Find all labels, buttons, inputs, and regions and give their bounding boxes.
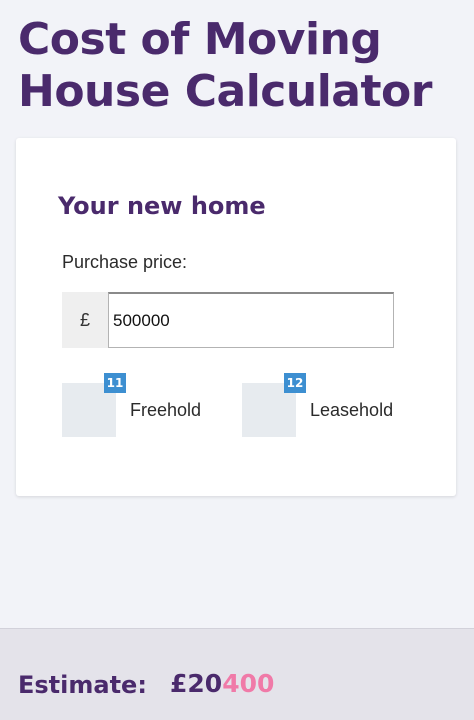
currency-prefix: £ — [62, 292, 108, 348]
section-title: Your new home — [58, 192, 266, 220]
freehold-badge: 11 — [104, 373, 126, 393]
estimate-label: Estimate: — [18, 671, 147, 699]
freehold-option[interactable]: 11 Freehold — [62, 373, 201, 438]
purchase-price-group: £ — [62, 292, 394, 348]
leasehold-label[interactable]: Leasehold — [310, 400, 393, 421]
estimate-bar: Estimate: £20400 — [0, 628, 474, 720]
estimate-currency: £ — [170, 669, 188, 698]
purchase-price-label: Purchase price: — [62, 252, 188, 272]
new-home-card: Your new home Purchase price: £ 11 Freeh… — [16, 138, 456, 496]
estimate-value: £20400 — [170, 669, 274, 698]
leasehold-option[interactable]: 12 Leasehold — [242, 373, 393, 438]
leasehold-checkbox[interactable]: 12 — [242, 373, 306, 437]
page-title: Cost of Moving House Calculator — [18, 14, 432, 117]
estimate-amount-prefix: 20 — [187, 669, 223, 698]
purchase-price-input[interactable] — [108, 292, 394, 348]
estimate-amount-highlight: 400 — [222, 669, 275, 698]
freehold-label[interactable]: Freehold — [130, 400, 201, 421]
freehold-checkbox[interactable]: 11 — [62, 373, 126, 437]
leasehold-badge: 12 — [284, 373, 306, 393]
